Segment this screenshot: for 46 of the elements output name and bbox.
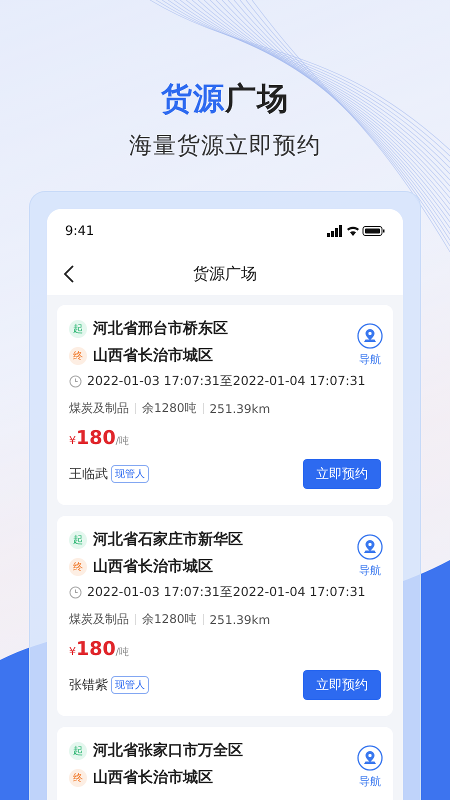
price-unit: /吨: [116, 646, 130, 659]
status-time: 9:41: [65, 224, 94, 238]
price-unit: /吨: [116, 434, 130, 448]
back-icon[interactable]: [63, 265, 75, 283]
destination-tag: 终: [69, 768, 87, 786]
origin-tag: 起: [69, 320, 87, 338]
origin-address: 河北省邢台市桥东区: [93, 319, 228, 338]
origin-tag: 起: [69, 742, 87, 760]
currency-sign: ¥: [69, 645, 76, 658]
contact-name: 王临武: [69, 466, 108, 483]
cargo-detail: 251.39km: [210, 402, 270, 416]
destination-address: 山西省长治市城区: [93, 557, 213, 576]
headline: 货源广场: [161, 80, 289, 119]
cargo-detail: 煤炭及制品: [69, 400, 129, 417]
currency-sign: ¥: [69, 434, 76, 447]
role-badge: 现管人: [111, 676, 149, 694]
cargo-detail: 余1280吨: [142, 611, 197, 628]
origin-address: 河北省石家庄市新华区: [93, 530, 243, 549]
subtitle: 海量货源立即预约: [129, 132, 321, 161]
clock-icon: [69, 586, 82, 599]
cargo-detail: 余1280吨: [142, 400, 197, 417]
price: 180: [76, 638, 116, 660]
location-pin-icon: [357, 534, 383, 560]
book-now-button[interactable]: 立即预约: [303, 459, 381, 489]
status-icons-drawing: [327, 225, 385, 237]
contact-name: 张错紫: [69, 677, 108, 694]
navigation-button[interactable]: 导航: [357, 534, 383, 578]
time-range: 2022-01-03 17:07:31至2022-01-04 17:07:31: [87, 584, 366, 601]
book-now-button[interactable]: 立即预约: [303, 670, 381, 700]
cargo-detail: 251.39km: [210, 612, 270, 626]
location-pin-icon: [357, 745, 383, 771]
destination-address: 山西省长治市城区: [93, 768, 213, 787]
time-range: 2022-01-03 17:07:31至2022-01-04 17:07:31: [87, 373, 366, 390]
page-title: 货源广场: [193, 264, 257, 284]
clock-icon: [69, 375, 82, 388]
location-pin-icon: [357, 323, 383, 349]
destination-tag: 终: [69, 346, 87, 364]
origin-tag: 起: [69, 530, 87, 548]
destination-tag: 终: [69, 558, 87, 576]
cargo-detail: 煤炭及制品: [69, 611, 129, 628]
role-badge: 现管人: [111, 465, 149, 483]
price: 180: [76, 427, 116, 449]
destination-address: 山西省长治市城区: [93, 346, 213, 365]
navigation-button[interactable]: 导航: [357, 745, 383, 789]
navigation-button[interactable]: 导航: [357, 323, 383, 367]
origin-address: 河北省张家口市万全区: [93, 741, 243, 760]
